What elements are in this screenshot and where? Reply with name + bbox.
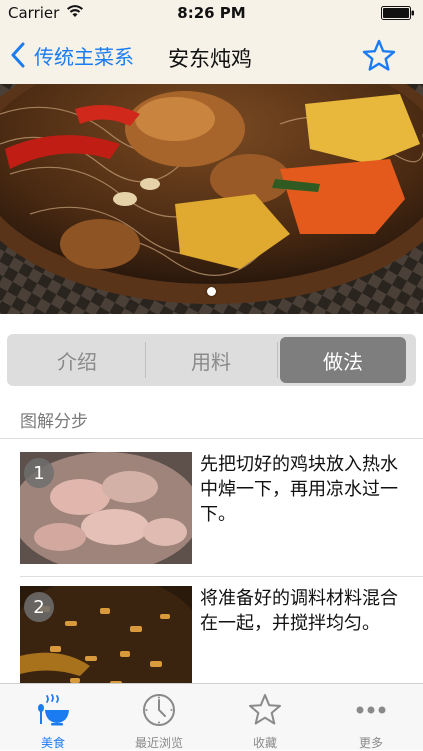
tab-recent-label: 最近浏览 [134,736,183,750]
tab-food-label: 美食 [40,736,65,750]
chevron-left-icon [11,42,25,68]
dish-photo [0,84,423,314]
step-photo: 1 [20,452,192,564]
tab-food[interactable]: 美食 [0,684,106,750]
tab-ingredients[interactable]: 用料 [146,337,276,383]
star-icon [249,694,281,725]
back-button-label: 传统主菜系 [34,44,134,69]
more-dots-icon [356,706,386,714]
navigation-bar: 传统主菜系 安东炖鸡 [0,26,423,84]
step-photo: 2 [20,586,192,698]
section-header: 图解分步 [20,412,88,432]
favorite-star-icon[interactable] [361,38,397,74]
tab-favorites-label: 收藏 [252,736,277,750]
dish-photo-carousel[interactable] [0,84,423,314]
segmented-control: 介绍 用料 做法 [7,334,416,386]
back-button[interactable]: 传统主菜系 [10,40,134,70]
battery-icon [381,6,414,20]
clock-icon [143,694,175,726]
clock-time: 8:26 PM [177,4,246,22]
status-bar: Carrier 8:26 PM [0,0,423,26]
segment-divider [277,342,278,378]
divider [0,438,423,439]
step-number-badge: 2 [24,592,54,622]
tab-introduction[interactable]: 介绍 [9,337,145,383]
step-description: 将准备好的调料材料混合在一起，并搅拌均匀。 [200,588,398,634]
food-bowl-icon [38,694,69,726]
carousel-page-indicator[interactable] [207,287,216,296]
tab-more-label: 更多 [358,736,383,750]
divider [20,576,423,577]
tab-recent[interactable]: 最近浏览 [106,684,212,750]
tab-more[interactable]: 更多 [318,684,423,750]
step-number-badge: 1 [24,458,54,488]
page-title: 安东炖鸡 [168,47,252,71]
tab-favorites[interactable]: 收藏 [212,684,318,750]
tab-method[interactable]: 做法 [280,337,406,383]
step-description: 先把切好的鸡块放入热水中焯一下，再用凉水过一下。 [200,454,398,525]
tab-bar: 美食 最近浏览 收藏 更多 [0,683,423,750]
